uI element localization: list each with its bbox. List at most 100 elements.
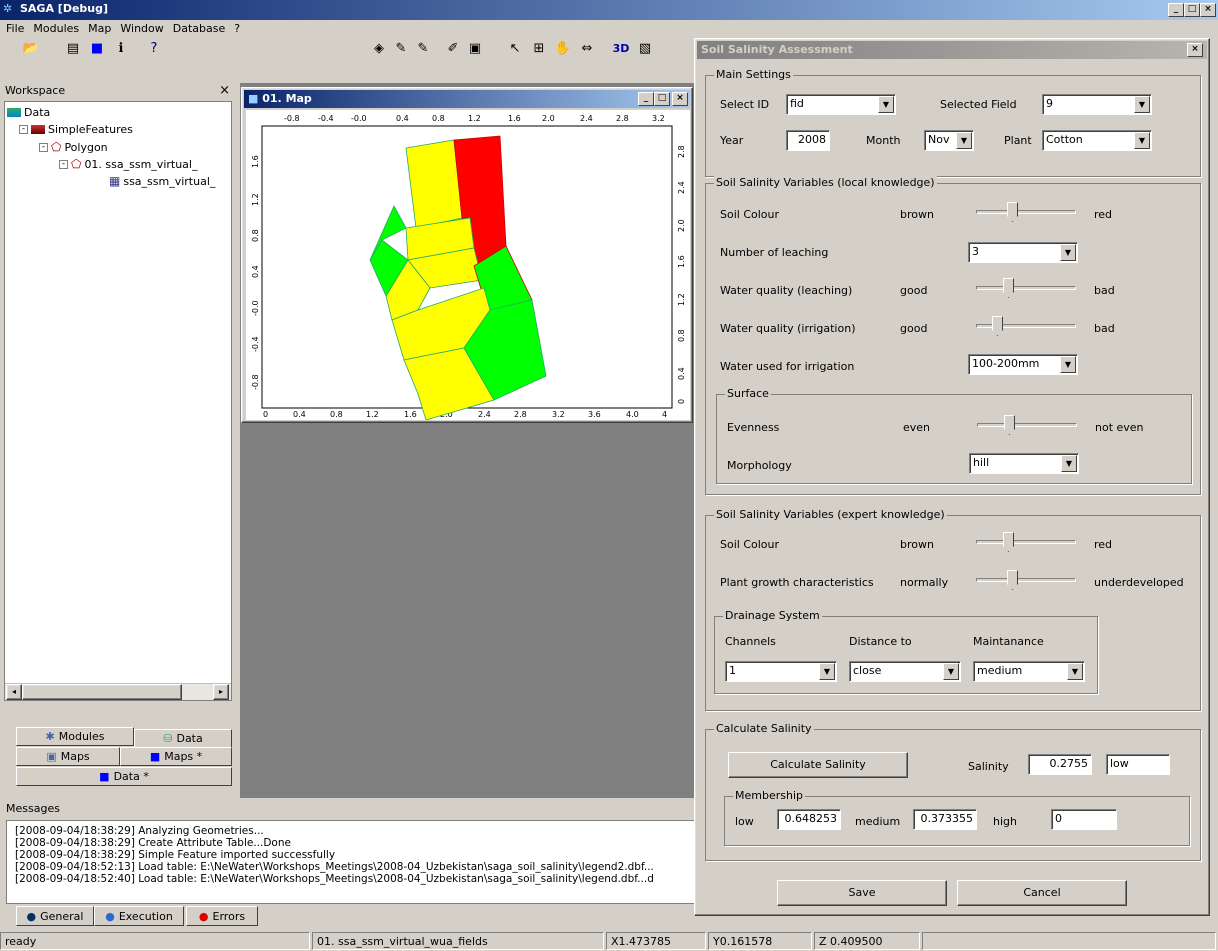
evenness-slider[interactable] xyxy=(977,415,1077,435)
dialog-close-button[interactable]: × xyxy=(1187,43,1203,57)
wq-leaching-slider[interactable] xyxy=(976,278,1076,298)
zoom-full-icon[interactable]: ◈ xyxy=(370,40,388,58)
workspace-panel: Workspace × Data - SimpleFeatures - ⬠ Polyg… xyxy=(0,83,237,791)
tick-bottom: 4.0 xyxy=(626,410,639,419)
collapse-icon[interactable]: - xyxy=(19,125,28,134)
leaching-combo[interactable]: 3 ▼ xyxy=(968,242,1078,263)
tree-polygon[interactable]: - ⬠ Polygon xyxy=(39,140,108,154)
map-maximize-button[interactable]: □ xyxy=(654,92,670,106)
water-used-combo[interactable]: 100-200mm ▼ xyxy=(968,354,1078,375)
maintanance-combo[interactable]: medium ▼ xyxy=(973,661,1085,682)
plant-label: Plant xyxy=(1004,134,1032,147)
tree-table[interactable]: ▦ ssa_ssm_virtual_ xyxy=(109,174,215,188)
map-canvas[interactable]: -0.8 -0.4 -0.0 0.4 0.8 1.2 1.6 2.0 2.4 2… xyxy=(246,110,690,420)
tab-data[interactable]: ⛁ Data xyxy=(134,729,232,748)
scroll-thumb[interactable] xyxy=(22,684,182,700)
zoom-selection-icon[interactable]: ▣ xyxy=(466,40,484,58)
measure-icon[interactable]: ⇔ xyxy=(578,40,596,58)
tab-errors[interactable]: ● Errors xyxy=(186,906,258,926)
slider-thumb[interactable] xyxy=(992,316,1003,336)
distance-label: Distance to xyxy=(849,635,912,648)
tab-maps-star[interactable]: ■ Maps * xyxy=(120,747,232,766)
dialog-titlebar: Soil Salinity Assessment × xyxy=(697,41,1207,59)
collapse-icon[interactable]: - xyxy=(39,142,48,152)
tab-data-star[interactable]: ■ Data * xyxy=(16,767,232,786)
chevron-down-icon[interactable]: ▼ xyxy=(943,663,959,680)
soil-colour-slider[interactable] xyxy=(976,202,1076,222)
chevron-down-icon[interactable]: ▼ xyxy=(1134,132,1150,149)
scroll-right-button[interactable]: ▸ xyxy=(213,684,229,700)
slider-thumb[interactable] xyxy=(1007,570,1018,590)
slider-thumb[interactable] xyxy=(1004,415,1015,435)
zoom-forward-icon[interactable]: ✎ xyxy=(414,40,432,58)
tick-left: -0.0 xyxy=(251,300,260,316)
close-button[interactable]: × xyxy=(1200,3,1216,17)
calculate-salinity-label: Calculate Salinity xyxy=(714,722,814,735)
plant-combo[interactable]: Cotton ▼ xyxy=(1042,130,1152,151)
tick-bottom: 2.8 xyxy=(514,410,527,419)
workspace-close-icon[interactable]: × xyxy=(219,83,230,98)
tree-data[interactable]: Data xyxy=(7,106,50,119)
3d-view-icon[interactable]: 3D xyxy=(610,40,632,58)
workspace-icon[interactable]: ▤ xyxy=(64,40,82,58)
collapse-icon[interactable]: - xyxy=(59,159,68,169)
morphology-combo[interactable]: hill ▼ xyxy=(969,453,1079,474)
membership-low-value: 0.648253 xyxy=(777,809,841,830)
save-button[interactable]: Save xyxy=(777,880,947,906)
chevron-down-icon[interactable]: ▼ xyxy=(819,663,835,680)
zoom-back-icon[interactable]: ✎ xyxy=(392,40,410,58)
tree-layer[interactable]: - ⬠ 01. ssa_ssm_virtual_ xyxy=(59,157,197,171)
tab-maps[interactable]: ▣ Maps xyxy=(16,747,120,766)
year-input[interactable]: 2008 xyxy=(786,130,830,151)
plant-growth-slider[interactable] xyxy=(976,570,1076,590)
help-icon[interactable]: ? xyxy=(145,40,163,58)
cancel-button[interactable]: Cancel xyxy=(957,880,1127,906)
channels-combo[interactable]: 1 ▼ xyxy=(725,661,837,682)
selected-field-combo[interactable]: 9 ▼ xyxy=(1042,94,1152,115)
execution-icon: ● xyxy=(105,909,115,923)
messages-title: Messages xyxy=(6,802,60,815)
scroll-left-button[interactable]: ◂ xyxy=(6,684,22,700)
chevron-down-icon[interactable]: ▼ xyxy=(878,96,894,113)
zoom-icon[interactable]: ⊞ xyxy=(530,40,548,58)
chevron-down-icon[interactable]: ▼ xyxy=(1060,356,1076,373)
membership-low-label: low xyxy=(735,815,754,828)
menu-database[interactable]: Database xyxy=(173,22,226,36)
wq-irrigation-slider[interactable] xyxy=(976,316,1076,336)
menu-modules[interactable]: Modules xyxy=(33,22,79,36)
field-polygon[interactable] xyxy=(405,139,463,229)
pointer-icon[interactable]: ↖ xyxy=(506,40,524,58)
chevron-down-icon[interactable]: ▼ xyxy=(956,132,972,149)
select-id-combo[interactable]: fid ▼ xyxy=(786,94,896,115)
info-icon[interactable]: ℹ xyxy=(112,40,130,58)
expert-soil-colour-slider[interactable] xyxy=(976,532,1076,552)
map-icon[interactable]: ■ xyxy=(88,40,106,58)
month-combo[interactable]: Nov ▼ xyxy=(924,130,974,151)
tab-modules[interactable]: ✱ Modules xyxy=(16,727,134,746)
menu-help[interactable]: ? xyxy=(234,22,240,36)
menu-map[interactable]: Map xyxy=(88,22,111,36)
menu-file[interactable]: File xyxy=(6,22,24,36)
tab-general[interactable]: ● General xyxy=(16,906,94,926)
pan-icon[interactable]: ✋ xyxy=(554,40,572,58)
tree-simplefeatures[interactable]: - SimpleFeatures xyxy=(19,123,133,136)
distance-combo[interactable]: close ▼ xyxy=(849,661,961,682)
calculate-salinity-button[interactable]: Calculate Salinity xyxy=(728,752,908,778)
tree-scrollbar[interactable]: ◂ ▸ xyxy=(5,683,231,700)
open-icon[interactable]: 📂 xyxy=(22,40,40,58)
map-minimize-button[interactable]: _ xyxy=(638,92,654,106)
minimize-button[interactable]: _ xyxy=(1168,3,1184,17)
slider-thumb[interactable] xyxy=(1007,202,1018,222)
layout-icon[interactable]: ▧ xyxy=(636,40,654,58)
map-close-button[interactable]: × xyxy=(672,92,688,106)
slider-thumb[interactable] xyxy=(1003,278,1014,298)
chevron-down-icon[interactable]: ▼ xyxy=(1060,244,1076,261)
maximize-button[interactable]: □ xyxy=(1184,3,1200,17)
tab-execution[interactable]: ● Execution xyxy=(94,906,184,926)
zoom-layer-icon[interactable]: ✐ xyxy=(444,40,462,58)
chevron-down-icon[interactable]: ▼ xyxy=(1067,663,1083,680)
slider-thumb[interactable] xyxy=(1003,532,1014,552)
menu-window[interactable]: Window xyxy=(120,22,163,36)
chevron-down-icon[interactable]: ▼ xyxy=(1061,455,1077,472)
chevron-down-icon[interactable]: ▼ xyxy=(1134,96,1150,113)
